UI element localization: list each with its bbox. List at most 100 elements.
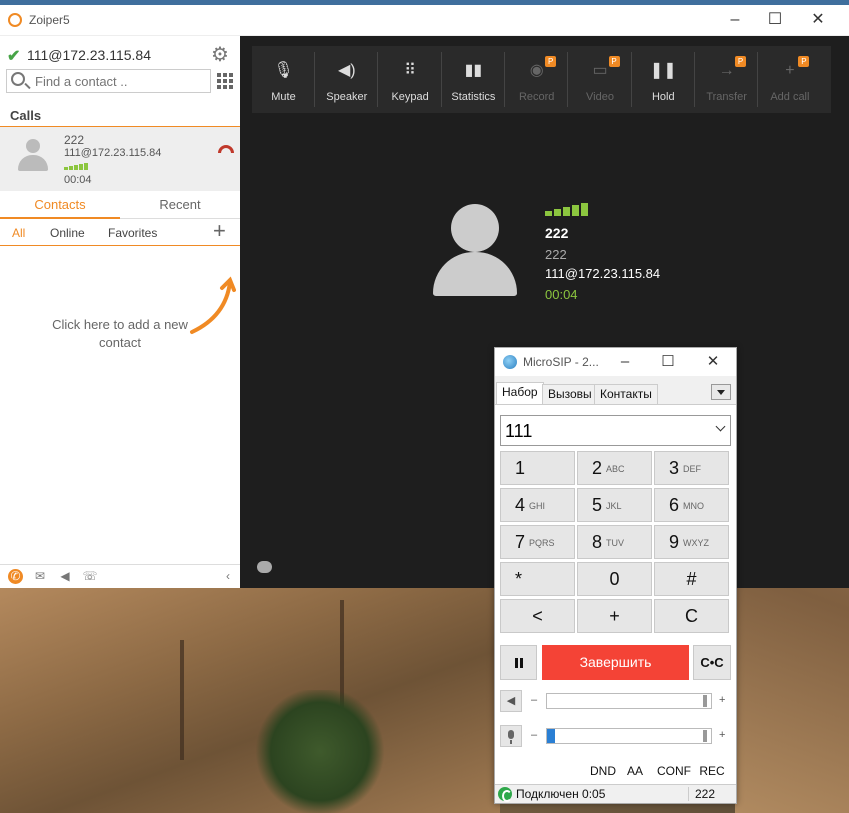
key-digit: 0 xyxy=(609,569,620,589)
key-button[interactable]: 8 TUV xyxy=(577,525,652,559)
key-digit: 4 xyxy=(515,495,526,515)
tab-calls[interactable]: Вызовы xyxy=(542,384,598,404)
tab-recent[interactable]: Recent xyxy=(120,191,240,219)
tab-contacts[interactable]: Контакты xyxy=(594,384,658,404)
dialpad-icon[interactable] xyxy=(217,73,233,89)
toolbar-speaker-button[interactable]: ◀) Speaker xyxy=(315,46,379,113)
add-contact-hint[interactable]: Click here to add a new contact xyxy=(40,316,200,352)
minimize-button[interactable]: – xyxy=(605,351,645,373)
account-name[interactable]: 111@172.23.115.84 xyxy=(27,47,151,63)
call-account: 111@172.23.115.84 xyxy=(64,147,162,159)
collapse-icon[interactable]: ‹ xyxy=(220,569,236,583)
tab-dial[interactable]: Набор xyxy=(496,382,544,404)
connected-icon xyxy=(498,787,512,802)
toolbar-video-button[interactable]: ▭ Video P xyxy=(569,46,632,113)
key-letters: ABC xyxy=(606,464,625,474)
speaker-icon[interactable]: ◀ xyxy=(500,690,522,712)
toolbar-label: Mute xyxy=(271,91,296,103)
close-button[interactable]: ✕ xyxy=(693,351,733,373)
close-button[interactable]: ✕ xyxy=(798,9,838,31)
key-letters: GHI xyxy=(529,501,546,511)
registered-check-icon: ✔ xyxy=(7,48,21,65)
toolbar-label: Add call xyxy=(770,91,810,103)
chevron-down-icon[interactable] xyxy=(715,421,726,432)
toolbar-hold-button[interactable]: ❚❚ Hold xyxy=(632,46,695,113)
minimize-button[interactable]: – xyxy=(715,9,755,31)
toolbar-label: Record xyxy=(518,91,555,103)
end-call-button[interactable]: Завершить xyxy=(542,645,689,680)
microsip-tabs: Набор Вызовы Контакты xyxy=(495,382,736,404)
key-letters: MNO xyxy=(683,501,704,511)
number-input[interactable] xyxy=(505,420,705,442)
dnd-button[interactable]: DND xyxy=(587,760,619,782)
menu-dropdown-button[interactable] xyxy=(711,384,731,400)
slider-fill xyxy=(547,694,711,708)
key-button[interactable]: 5 JKL xyxy=(577,488,652,522)
tab-contacts[interactable]: Contacts xyxy=(0,191,120,219)
speaker-icon[interactable]: ◀ xyxy=(57,569,73,583)
key-button[interactable]: C xyxy=(654,599,729,633)
chat-icon[interactable] xyxy=(257,561,272,573)
key-button[interactable]: * xyxy=(500,562,575,596)
call-peer-name: 222 xyxy=(64,133,85,147)
hold-button[interactable] xyxy=(500,645,537,680)
transfer-button[interactable]: C•C xyxy=(693,645,731,680)
microphone-icon[interactable] xyxy=(500,725,522,747)
hangup-icon[interactable] xyxy=(218,145,234,153)
toolbar-keypad-button[interactable]: ⠿ Keypad xyxy=(379,46,442,113)
mic-off-icon: 🎙︎ xyxy=(273,62,294,79)
toolbar-mute-button[interactable]: 🎙︎ Mute xyxy=(252,46,315,113)
toolbar-statistics-button[interactable]: ▮▮ Statistics xyxy=(442,46,505,113)
phone-icon[interactable]: ✆ xyxy=(8,569,23,584)
number-combobox[interactable] xyxy=(500,415,731,446)
microsip-titlebar: MicroSIP - 2... – ☐ ✕ xyxy=(495,348,736,376)
toolbar-transfer-button[interactable]: → Transfer P xyxy=(695,46,759,113)
call-forward-icon[interactable]: ☏ xyxy=(82,569,98,583)
contact-filters: All Online Favorites + xyxy=(0,220,240,246)
filter-all[interactable]: All xyxy=(12,226,25,240)
filter-favorites[interactable]: Favorites xyxy=(108,226,157,240)
key-button[interactable]: 6 MNO xyxy=(654,488,729,522)
key-digit: + xyxy=(609,606,620,626)
auto-answer-button[interactable]: AA xyxy=(622,760,648,782)
key-digit: 3 xyxy=(669,458,680,478)
key-button[interactable]: 4 GHI xyxy=(500,488,575,522)
toolbar-record-button[interactable]: ◉ Record P xyxy=(505,46,569,113)
key-digit: 7 xyxy=(515,532,526,552)
dial-panel: Завершить C•C ◀ – + – + DND AA CONF REC … xyxy=(495,404,736,784)
key-button[interactable]: + xyxy=(577,599,652,633)
plus-icon: + xyxy=(785,62,795,79)
tree xyxy=(255,690,385,813)
mic-volume-slider[interactable] xyxy=(546,728,712,744)
keypad-icon: ⠿ xyxy=(404,62,416,79)
speaker-volume-slider[interactable] xyxy=(546,693,712,709)
key-button[interactable]: # xyxy=(654,562,729,596)
toolbar-add-call-button[interactable]: + Add call P xyxy=(758,46,821,113)
active-call-item[interactable]: 222 111@172.23.115.84 00:04 xyxy=(0,127,240,191)
add-contact-icon[interactable]: + xyxy=(213,220,226,242)
avatar-large xyxy=(433,196,517,296)
key-button[interactable]: 3 DEF xyxy=(654,451,729,485)
slider-thumb[interactable] xyxy=(703,730,707,742)
maximize-button[interactable]: ☐ xyxy=(755,9,795,31)
key-button[interactable]: 7 PQRS xyxy=(500,525,575,559)
contact-search-input[interactable] xyxy=(35,72,205,90)
transfer-icon: → xyxy=(718,62,735,79)
key-letters: PQRS xyxy=(529,538,555,548)
contact-search-box[interactable] xyxy=(6,69,211,93)
maximize-button[interactable]: ☐ xyxy=(648,351,688,373)
key-button[interactable]: 1 xyxy=(500,451,575,485)
filter-online[interactable]: Online xyxy=(50,226,85,240)
gear-icon[interactable]: ⚙ xyxy=(211,42,229,67)
message-icon[interactable]: ✉ xyxy=(32,569,48,583)
key-button[interactable]: 2 ABC xyxy=(577,451,652,485)
conference-button[interactable]: CONF xyxy=(654,760,694,782)
key-button[interactable]: 9 WXYZ xyxy=(654,525,729,559)
key-button[interactable]: < xyxy=(500,599,575,633)
record-button[interactable]: REC xyxy=(697,760,727,782)
slider-thumb[interactable] xyxy=(703,695,707,707)
search-icon xyxy=(11,72,25,86)
key-button[interactable]: 0 xyxy=(577,562,652,596)
toolbar-label: Transfer xyxy=(706,91,747,103)
call-duration: 00:04 xyxy=(64,174,92,186)
